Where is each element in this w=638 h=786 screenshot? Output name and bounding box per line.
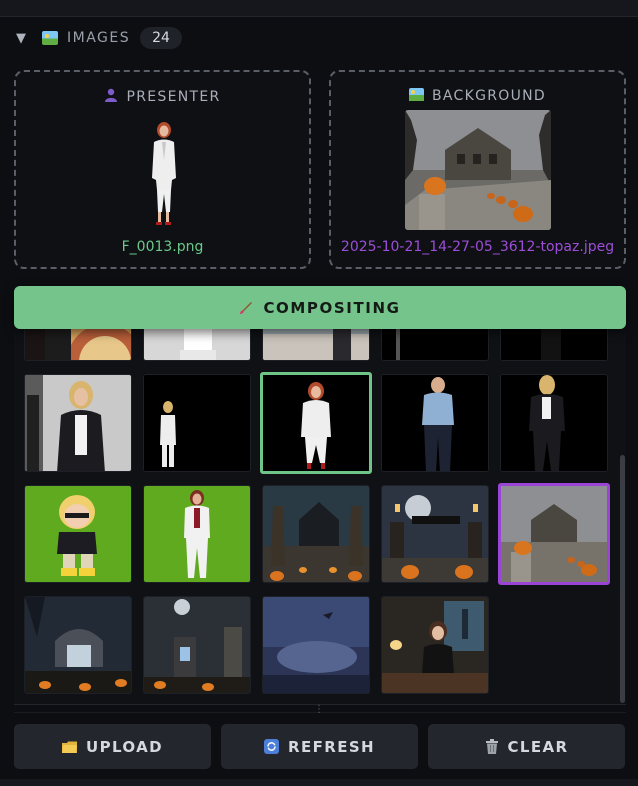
person-icon <box>104 88 118 102</box>
image-gallery[interactable] <box>14 329 626 705</box>
resize-handle-icon[interactable]: ⋮ <box>314 704 324 716</box>
presenter-preview <box>146 120 182 228</box>
background-title: BACKGROUND <box>331 88 624 104</box>
gallery-thumb[interactable] <box>500 374 608 472</box>
image-icon <box>42 31 58 45</box>
refresh-icon <box>264 739 279 754</box>
refresh-button[interactable]: REFRESH <box>221 724 418 769</box>
background-filename: 2025-10-21_14-27-05_3612-topaz.jpeg <box>340 239 615 255</box>
gallery-thumb[interactable] <box>24 485 132 583</box>
panel-title: IMAGES <box>67 30 131 46</box>
image-icon <box>409 88 424 101</box>
gallery-thumb[interactable] <box>24 596 132 694</box>
images-panel-header[interactable]: ▼ IMAGES 24 <box>0 17 638 59</box>
gallery-thumb[interactable] <box>143 485 251 583</box>
bottom-divider <box>0 779 638 786</box>
gallery-thumb[interactable] <box>262 485 370 583</box>
gallery-thumb[interactable] <box>500 329 608 361</box>
compositing-button[interactable]: COMPOSITING <box>14 286 626 329</box>
gallery-thumb[interactable] <box>262 329 370 361</box>
caret-down-icon[interactable]: ▼ <box>16 31 30 46</box>
refresh-label: REFRESH <box>288 737 375 756</box>
upload-label: UPLOAD <box>85 737 163 756</box>
gallery-thumb[interactable] <box>143 374 251 472</box>
compositing-label: COMPOSITING <box>263 298 401 317</box>
gallery-thumb[interactable] <box>262 596 370 694</box>
gallery-scrollbar[interactable] <box>620 455 625 703</box>
trash-icon <box>485 739 499 754</box>
gallery-thumb[interactable] <box>381 374 489 472</box>
gallery-thumb[interactable] <box>381 485 489 583</box>
gallery-thumb[interactable] <box>381 596 489 694</box>
gallery-thumb[interactable] <box>143 329 251 361</box>
gallery-thumb-selected-background[interactable] <box>498 483 610 585</box>
paintbrush-icon <box>239 301 253 315</box>
upload-button[interactable]: UPLOAD <box>14 724 211 769</box>
presenter-filename: F_0013.png <box>121 239 204 255</box>
background-preview <box>405 110 551 230</box>
top-divider <box>0 0 638 17</box>
gallery-thumb[interactable] <box>24 329 132 361</box>
presenter-label: PRESENTER <box>126 89 221 105</box>
folder-icon <box>61 741 77 753</box>
background-label: BACKGROUND <box>432 88 546 104</box>
presenter-dropzone[interactable]: PRESENTER F_0013.png <box>14 70 311 269</box>
image-count-badge: 24 <box>140 27 182 49</box>
presenter-title: PRESENTER <box>16 88 309 105</box>
gallery-thumb[interactable] <box>143 596 251 694</box>
clear-label: CLEAR <box>507 737 569 756</box>
background-dropzone[interactable]: BACKGROUND 2025-10-21_14-27-05_3612-topa… <box>329 70 626 269</box>
gallery-thumb-selected-presenter[interactable] <box>260 372 372 474</box>
clear-button[interactable]: CLEAR <box>428 724 625 769</box>
gallery-thumb[interactable] <box>24 374 132 472</box>
gallery-thumb[interactable] <box>381 329 489 361</box>
